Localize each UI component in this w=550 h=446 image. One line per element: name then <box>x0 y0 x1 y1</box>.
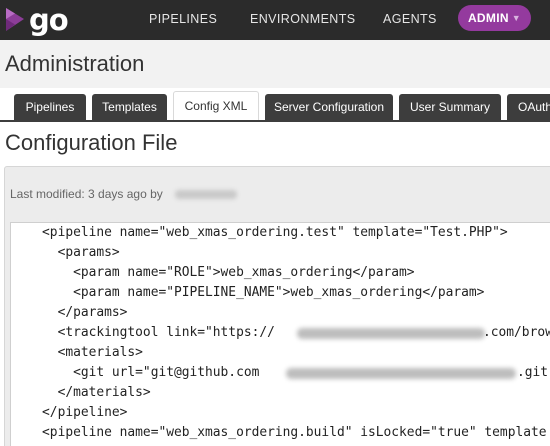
top-nav: go PIPELINES ENVIRONMENTS AGENTS ADMIN ▼ <box>0 0 550 40</box>
go-logo-icon <box>6 8 24 31</box>
redacted-url <box>297 328 485 339</box>
admin-button[interactable]: ADMIN ▼ <box>458 5 531 31</box>
tab-bar: Pipelines Templates Config XML Server Co… <box>0 88 550 120</box>
code-line: <pipeline name="web_xmas_ordering.test" … <box>11 225 508 240</box>
page-header: Administration <box>0 40 550 92</box>
redacted-username <box>175 190 237 199</box>
tab-user-summary[interactable]: User Summary <box>399 94 501 120</box>
go-logo[interactable]: go <box>4 3 69 37</box>
nav-pipelines[interactable]: PIPELINES <box>149 11 217 27</box>
code-line: <param name="PIPELINE_NAME">web_xmas_ord… <box>11 285 485 300</box>
nav-agents[interactable]: AGENTS <box>383 11 437 27</box>
code-line: <trackingtool link="https:// <box>11 325 275 340</box>
code-line: <git url="git@github.com <box>11 365 260 380</box>
logo-text: go <box>29 3 69 37</box>
code-line: </pipeline> <box>11 405 128 420</box>
code-line: </params> <box>11 305 128 320</box>
tab-server-configuration[interactable]: Server Configuration <box>265 94 393 120</box>
code-line-suffix: .git" <box>517 365 550 380</box>
page-title: Administration <box>5 51 145 76</box>
code-line: <params> <box>11 245 120 260</box>
tab-pipelines[interactable]: Pipelines <box>14 94 86 120</box>
tab-templates[interactable]: Templates <box>92 94 167 120</box>
redacted-repo <box>286 368 516 379</box>
nav-environments[interactable]: ENVIRONMENTS <box>250 11 356 27</box>
code-line: </materials> <box>11 385 151 400</box>
chevron-down-icon: ▼ <box>511 13 522 23</box>
tab-config-xml[interactable]: Config XML <box>173 91 259 120</box>
code-line: <pipeline name="web_xmas_ordering.build"… <box>11 425 547 440</box>
admin-label: ADMIN <box>467 11 509 25</box>
code-line: <materials> <box>11 345 143 360</box>
code-line: <param name="ROLE">web_xmas_ordering</pa… <box>11 265 415 280</box>
tab-underline <box>0 120 550 122</box>
last-modified-text: Last modified: 3 days ago by <box>10 187 163 201</box>
code-line-suffix: .com/brow <box>483 325 550 340</box>
section-title: Configuration File <box>5 130 178 155</box>
config-xml-editor[interactable]: <pipeline name="web_xmas_ordering.test" … <box>10 222 550 446</box>
tab-oauth[interactable]: OAuth <box>507 94 550 120</box>
